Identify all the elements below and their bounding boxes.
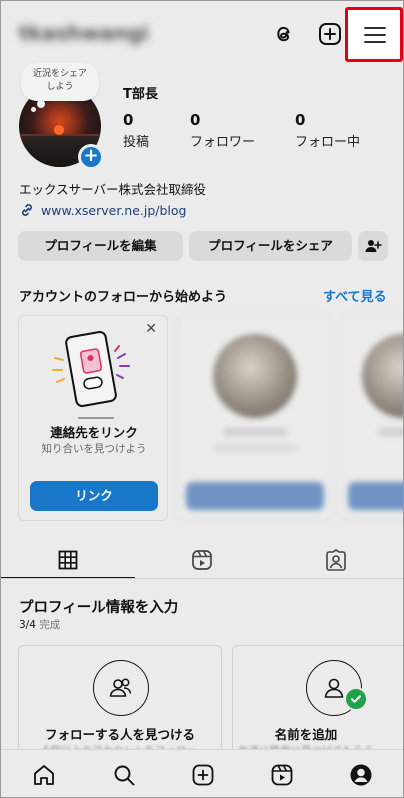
menu-button[interactable]: [345, 7, 403, 62]
posts-stat[interactable]: 0 投稿: [123, 111, 149, 150]
suggested-avatar: [213, 334, 297, 418]
nav-reels[interactable]: [269, 762, 295, 788]
create-icon: [192, 764, 214, 786]
progress-label: 完成: [39, 619, 61, 631]
followers-stat[interactable]: 0 フォロワー: [190, 111, 255, 150]
bubble-tail-dot: [37, 100, 45, 108]
bubble-tail-dot-small: [31, 107, 36, 112]
people-icon: [109, 678, 132, 697]
following-count: 0: [295, 111, 306, 129]
see-all-link[interactable]: すべて見る: [323, 286, 387, 305]
close-icon[interactable]: ✕: [145, 321, 157, 337]
nav-search[interactable]: [111, 762, 137, 788]
following-stat[interactable]: 0 フォロー中: [295, 111, 360, 150]
nav-profile[interactable]: [348, 762, 374, 788]
grid-icon: [58, 550, 78, 570]
suggested-name-placeholder-2: [378, 428, 403, 436]
add-name-card[interactable]: 名前を追加 友達に簡単に見つけてもらえるよう: [232, 645, 403, 772]
progress-count: 3/4: [19, 619, 36, 631]
reels-icon: [192, 550, 212, 570]
hamburger-menu-icon: [364, 27, 386, 43]
home-icon: [34, 765, 54, 785]
nav-create[interactable]: [190, 762, 216, 788]
avatar-sun: [54, 125, 64, 135]
phone-contacts-illustration: [52, 331, 130, 419]
suggested-follow-button[interactable]: [186, 482, 324, 510]
nav-home[interactable]: [31, 762, 57, 788]
link-contacts-button[interactable]: リンク: [30, 481, 158, 511]
share-profile-button[interactable]: プロフィールをシェア: [189, 231, 352, 261]
followers-count: 0: [190, 111, 201, 129]
posts-label: 投稿: [123, 135, 150, 150]
search-icon: [114, 765, 135, 786]
tab-posts[interactable]: [1, 541, 135, 579]
suggestions-title: アカウントのフォローから始めよう: [19, 290, 228, 305]
plus-square-icon[interactable]: [317, 21, 343, 47]
edit-profile-button[interactable]: プロフィールを編集: [18, 231, 183, 261]
complete-profile-progress: 3/4 完成: [19, 617, 60, 632]
complete-profile-title: プロフィール情報を入力: [19, 600, 179, 616]
find-people-card[interactable]: フォローする人を見つける 5個以上のアカウントをフォロー: [18, 645, 222, 757]
contact-card-subtitle: 知り合いを見つけよう: [41, 443, 147, 455]
suggested-account-card-2[interactable]: [341, 315, 403, 521]
profile-icon: [350, 764, 372, 786]
bio-text: エックスサーバー株式会社取締役: [19, 182, 207, 197]
contact-sync-card: ✕ 連絡先をリンク 知り合いを見つけよう リンク: [18, 315, 168, 521]
tab-tagged[interactable]: [269, 541, 403, 579]
tabs-divider: [1, 578, 403, 579]
add-story-button[interactable]: +: [78, 144, 104, 170]
reels-icon: [271, 764, 293, 786]
tagged-icon: [326, 549, 346, 571]
suggested-sub-placeholder: [213, 444, 297, 452]
note-bubble[interactable]: 近況をシェア しよう: [21, 63, 99, 101]
posts-count: 0: [123, 111, 134, 129]
profile-screen: tkashwangi 近況をシェア しよう + T部長 0 投稿 0 フォロワー…: [0, 0, 404, 798]
add-name-label: 名前を追加: [274, 727, 338, 742]
suggested-avatar-2: [362, 334, 403, 418]
suggested-follow-button-2[interactable]: [348, 482, 403, 510]
contact-card-title: 連絡先をリンク: [50, 425, 138, 440]
followers-label: フォロワー: [190, 135, 256, 150]
check-icon: [344, 687, 368, 711]
find-people-circle: [93, 660, 149, 716]
add-person-icon: [365, 240, 382, 252]
username[interactable]: tkashwangi: [19, 21, 151, 47]
discover-people-button[interactable]: [358, 231, 388, 261]
tab-reels[interactable]: [135, 541, 269, 579]
top-bar: tkashwangi: [1, 1, 403, 67]
profile-tabs: [1, 541, 403, 579]
find-people-label: フォローする人を見つける: [44, 727, 195, 742]
suggested-account-card[interactable]: [177, 315, 332, 521]
website-link-text: www.xserver.ne.jp/blog: [41, 202, 187, 218]
bottom-navigation: [1, 749, 403, 797]
link-icon: [22, 204, 32, 216]
website-link[interactable]: www.xserver.ne.jp/blog: [19, 202, 186, 218]
following-label: フォロー中: [295, 135, 361, 150]
profile-name: T部長: [123, 87, 158, 102]
threads-icon[interactable]: [271, 21, 297, 47]
suggested-name-placeholder: [223, 428, 287, 436]
